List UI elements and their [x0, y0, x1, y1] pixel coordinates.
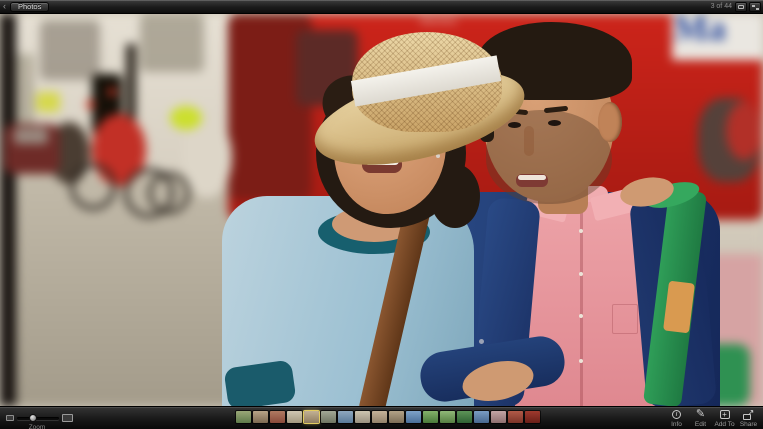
shirt-button [579, 359, 583, 363]
filmstrip-thumbnail-9[interactable] [372, 411, 387, 423]
zoom-slider-track[interactable] [17, 417, 59, 420]
filmstrip-thumbnail-17[interactable] [508, 411, 523, 423]
toolbar-highlight [0, 407, 763, 408]
filmstrip-thumbnail-10[interactable] [389, 411, 404, 423]
photo-main[interactable]: Metroline Ma [0, 14, 763, 406]
filmstrip-thumbnail-13[interactable] [440, 411, 455, 423]
toolbar-highlight [0, 0, 763, 1]
filmstrip-thumbnail-12[interactable] [423, 411, 438, 423]
back-to-photos-button[interactable]: Photos [10, 2, 49, 12]
shirt-button [579, 272, 583, 276]
filmstrip [236, 411, 540, 423]
filmstrip-thumbnail-3[interactable] [270, 411, 285, 423]
add-to-icon: + [720, 410, 730, 419]
filmstrip-thumbnail-7[interactable] [338, 411, 353, 423]
filmstrip-thumbnail-18[interactable] [525, 411, 540, 423]
cardigan-button [479, 339, 484, 344]
iphoto-fullscreen-window: ‹ Photos 3 of 44 [0, 0, 763, 429]
share-icon: ↗ [743, 410, 755, 420]
action-buttons: i Info ✎ Edit + Add To ↗ Share [665, 409, 760, 428]
top-toolbar: ‹ Photos 3 of 44 [0, 0, 763, 14]
edit-label: Edit [695, 421, 706, 428]
shirt-button [579, 314, 583, 318]
zoom-out-photo-icon [6, 415, 14, 421]
add-to-button[interactable]: + Add To [713, 409, 736, 428]
shirt-pocket [612, 304, 638, 334]
zoom-slider-knob[interactable] [29, 414, 37, 422]
info-icon: i [672, 410, 681, 419]
filmstrip-thumbnail-4[interactable] [287, 411, 302, 423]
filmstrip-thumbnail-8[interactable] [355, 411, 370, 423]
info-button[interactable]: i Info [665, 409, 688, 428]
share-button[interactable]: ↗ Share [737, 409, 760, 428]
filmstrip-thumbnail-2[interactable] [253, 411, 268, 423]
exit-fullscreen-button[interactable] [749, 2, 761, 12]
man-nose [524, 126, 534, 156]
edit-icon: ✎ [696, 409, 705, 420]
zoom-label: Zoom [11, 424, 63, 429]
photo-counter: 3 of 44 [711, 3, 732, 11]
man-ear [598, 102, 622, 142]
browse-thumbnails-button[interactable] [735, 2, 747, 12]
exit-fullscreen-icon [752, 5, 759, 10]
zoom-control: Zoom [4, 410, 84, 429]
zoom-in-photo-icon [62, 414, 73, 422]
man-eye [548, 120, 561, 126]
filmstrip-thumbnail-5[interactable] [304, 411, 319, 423]
shirt-placket [580, 209, 583, 406]
share-arrow: ↗ [748, 408, 755, 417]
filmstrip-thumbnail-6[interactable] [321, 411, 336, 423]
shirt-button [579, 229, 583, 233]
man-teeth [518, 175, 546, 180]
bottom-toolbar: Zoom i Info ✎ Edit + Add To ↗ Share [0, 406, 763, 429]
share-label: Share [740, 421, 757, 428]
info-label: Info [671, 421, 682, 428]
filmstrip-thumbnail-1[interactable] [236, 411, 251, 423]
man-eye [508, 122, 521, 128]
back-chevron-icon[interactable]: ‹ [3, 1, 6, 12]
filmstrip-thumbnail-11[interactable] [406, 411, 421, 423]
thumbnail-grid-icon [738, 5, 744, 9]
filmstrip-thumbnail-15[interactable] [474, 411, 489, 423]
sweater-teal-cuff [223, 359, 296, 406]
filmstrip-thumbnail-14[interactable] [457, 411, 472, 423]
filmstrip-thumbnail-16[interactable] [491, 411, 506, 423]
photo-foreground [0, 14, 763, 406]
edit-button[interactable]: ✎ Edit [689, 409, 712, 428]
add-to-label: Add To [714, 421, 734, 428]
